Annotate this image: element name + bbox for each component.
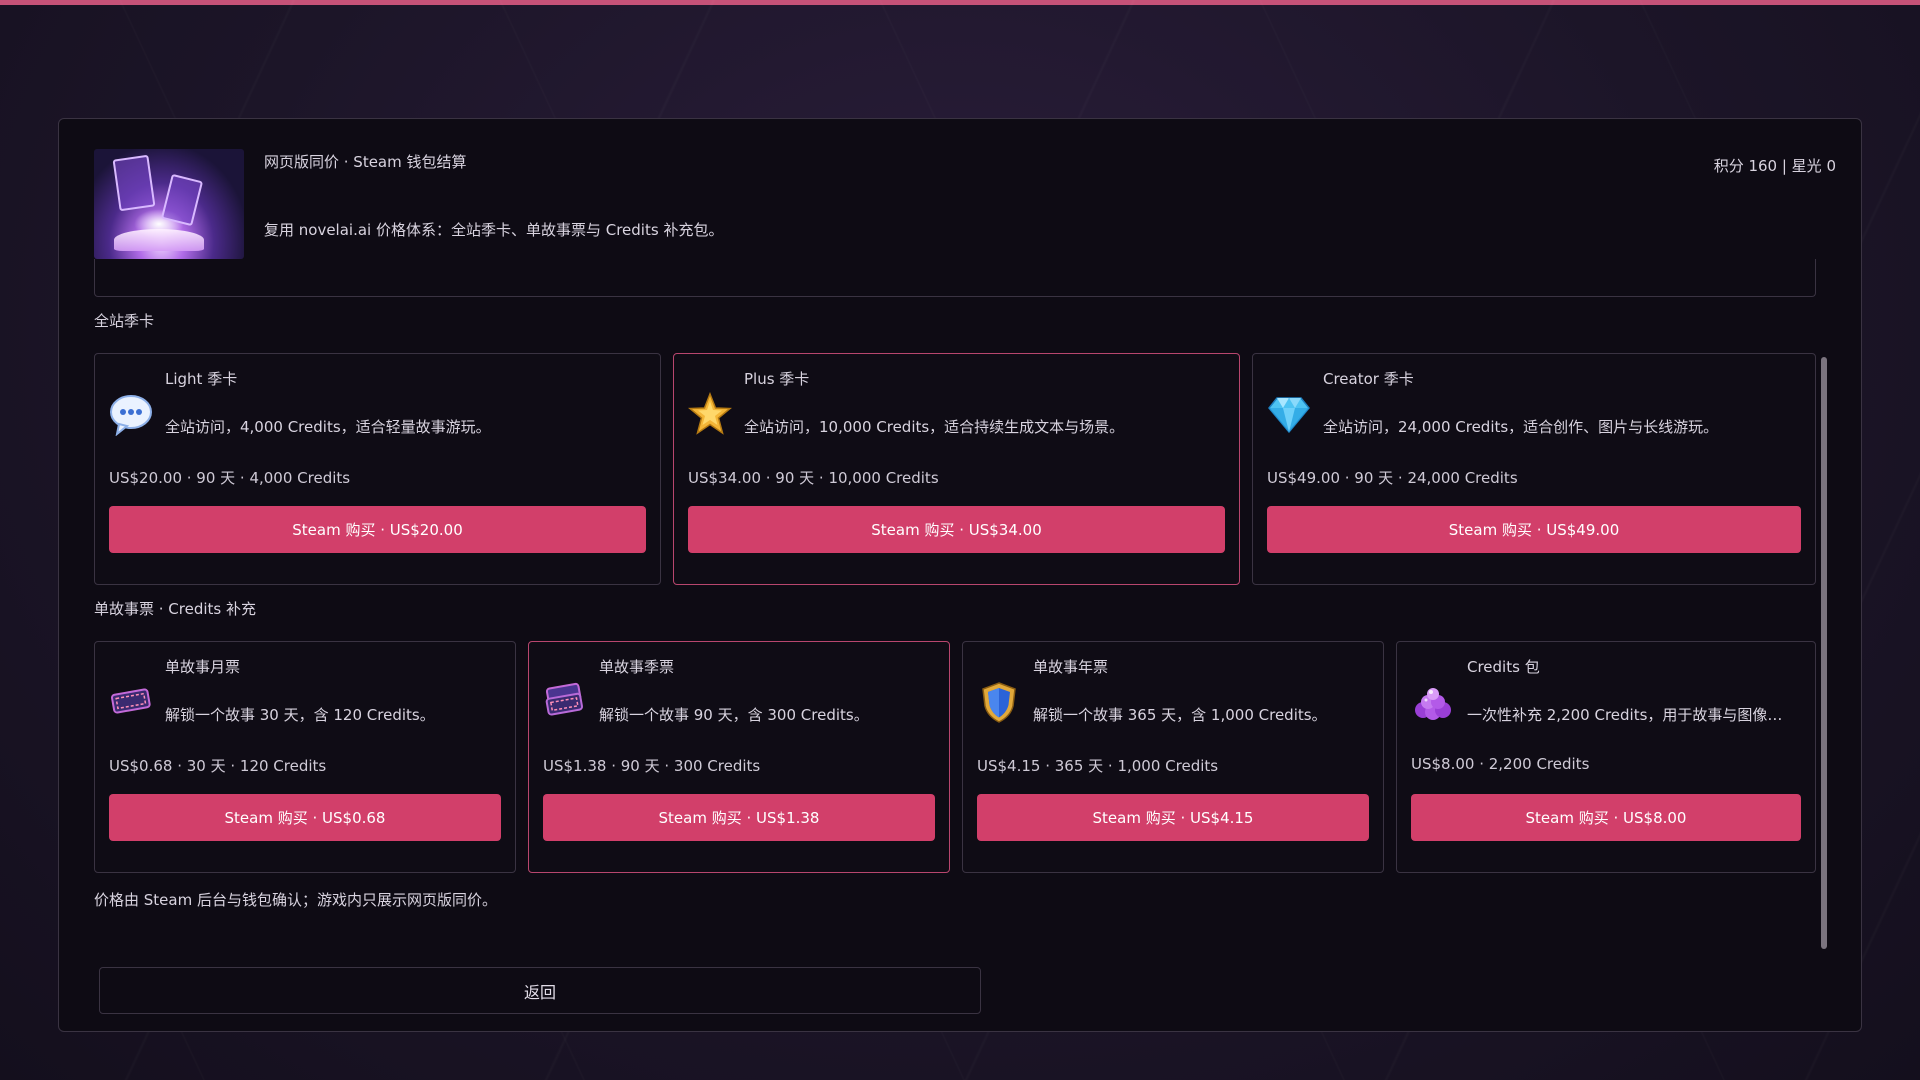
ticket-icon	[109, 680, 153, 724]
price-footnote: 价格由 Steam 后台与钱包确认；游戏内只展示网页版同价。	[94, 891, 497, 909]
card-name: Plus 季卡	[744, 370, 810, 388]
store-scroll-area: 全站季卡 Light 季卡 全站访问，4,000 Credits，适合轻量故事游…	[94, 259, 1816, 949]
back-button[interactable]: 返回	[99, 967, 981, 1014]
scrollbar-thumb[interactable]	[1821, 357, 1827, 949]
card-meta: US$49.00 · 90 天 · 24,000 Credits	[1267, 469, 1518, 487]
ticket-card-month: 单故事月票 解锁一个故事 30 天，含 120 Credits。 US$0.68…	[94, 641, 516, 873]
card-description: 全站访问，24,000 Credits，适合创作、图片与长线游玩。	[1323, 418, 1719, 436]
shield-icon	[977, 680, 1021, 724]
card-meta: US$34.00 · 90 天 · 10,000 Credits	[688, 469, 939, 487]
season-cards-row: Light 季卡 全站访问，4,000 Credits，适合轻量故事游玩。 US…	[94, 353, 1816, 585]
season-card-plus: Plus 季卡 全站访问，10,000 Credits，适合持续生成文本与场景。…	[673, 353, 1240, 585]
steam-buy-button-creator[interactable]: Steam 购买 · US$49.00	[1267, 506, 1801, 553]
steam-buy-button-year[interactable]: Steam 购买 · US$4.15	[977, 794, 1369, 841]
steam-buy-button-light[interactable]: Steam 购买 · US$20.00	[109, 506, 646, 553]
card-name: 单故事月票	[165, 658, 241, 676]
card-description: 全站访问，4,000 Credits，适合轻量故事游玩。	[165, 418, 491, 436]
store-header: 网页版同价 · Steam 钱包结算 复用 novelai.ai 价格体系：全站…	[94, 149, 1836, 261]
ticket-card-year: 单故事年票 解锁一个故事 365 天，含 1,000 Credits。 US$4…	[962, 641, 1384, 873]
star-icon	[687, 391, 733, 436]
card-meta: US$20.00 · 90 天 · 4,000 Credits	[109, 469, 351, 487]
store-modal: 网页版同价 · Steam 钱包结算 复用 novelai.ai 价格体系：全站…	[58, 118, 1862, 1032]
top-panel-box	[94, 259, 1816, 297]
steam-buy-button-credits-pack[interactable]: Steam 购买 · US$8.00	[1411, 794, 1801, 841]
card-description: 全站访问，10,000 Credits，适合持续生成文本与场景。	[744, 418, 1125, 436]
season-card-creator: Creator 季卡 全站访问，24,000 Credits，适合创作、图片与长…	[1252, 353, 1816, 585]
points-balance: 积分 160 | 星光 0	[1713, 157, 1836, 175]
card-name: 单故事年票	[1033, 658, 1109, 676]
card-name: Light 季卡	[165, 370, 238, 388]
card-description: 解锁一个故事 365 天，含 1,000 Credits。	[1033, 706, 1327, 724]
store-subtitle: 网页版同价 · Steam 钱包结算	[264, 153, 467, 171]
card-description: 一次性补充 2,200 Credits，用于故事与图像生成。	[1467, 706, 1797, 724]
ticket-section-label: 单故事票 · Credits 补充	[94, 600, 256, 618]
card-meta: US$8.00 · 2,200 Credits	[1411, 755, 1590, 773]
store-description: 复用 novelai.ai 价格体系：全站季卡、单故事票与 Credits 补充…	[264, 221, 724, 239]
steam-buy-button-season[interactable]: Steam 购买 · US$1.38	[543, 794, 935, 841]
ticket-card-season: 单故事季票 解锁一个故事 90 天，含 300 Credits。 US$1.38…	[528, 641, 950, 873]
ticket-cards-row: 单故事月票 解锁一个故事 30 天，含 120 Credits。 US$0.68…	[94, 641, 1816, 873]
steam-buy-button-plus[interactable]: Steam 购买 · US$34.00	[688, 506, 1225, 553]
card-meta: US$0.68 · 30 天 · 120 Credits	[109, 757, 327, 775]
card-meta: US$4.15 · 365 天 · 1,000 Credits	[977, 757, 1219, 775]
card-name: Credits 包	[1467, 658, 1540, 676]
store-banner-image	[94, 149, 244, 259]
card-meta: US$1.38 · 90 天 · 300 Credits	[543, 757, 761, 775]
scrollbar[interactable]	[1821, 357, 1827, 949]
card-name: 单故事季票	[599, 658, 675, 676]
season-card-light: Light 季卡 全站访问，4,000 Credits，适合轻量故事游玩。 US…	[94, 353, 661, 585]
tickets-stack-icon	[543, 680, 587, 724]
card-description: 解锁一个故事 30 天，含 120 Credits。	[165, 706, 435, 724]
steam-buy-button-month[interactable]: Steam 购买 · US$0.68	[109, 794, 501, 841]
gems-pile-icon	[1411, 680, 1455, 724]
diamond-icon	[1267, 392, 1311, 436]
card-name: Creator 季卡	[1323, 370, 1414, 388]
speech-bubble-icon	[109, 392, 153, 437]
card-description: 解锁一个故事 90 天，含 300 Credits。	[599, 706, 869, 724]
ticket-card-credits-pack: Credits 包 一次性补充 2,200 Credits，用于故事与图像生成。…	[1396, 641, 1816, 873]
season-section-label: 全站季卡	[94, 312, 155, 330]
